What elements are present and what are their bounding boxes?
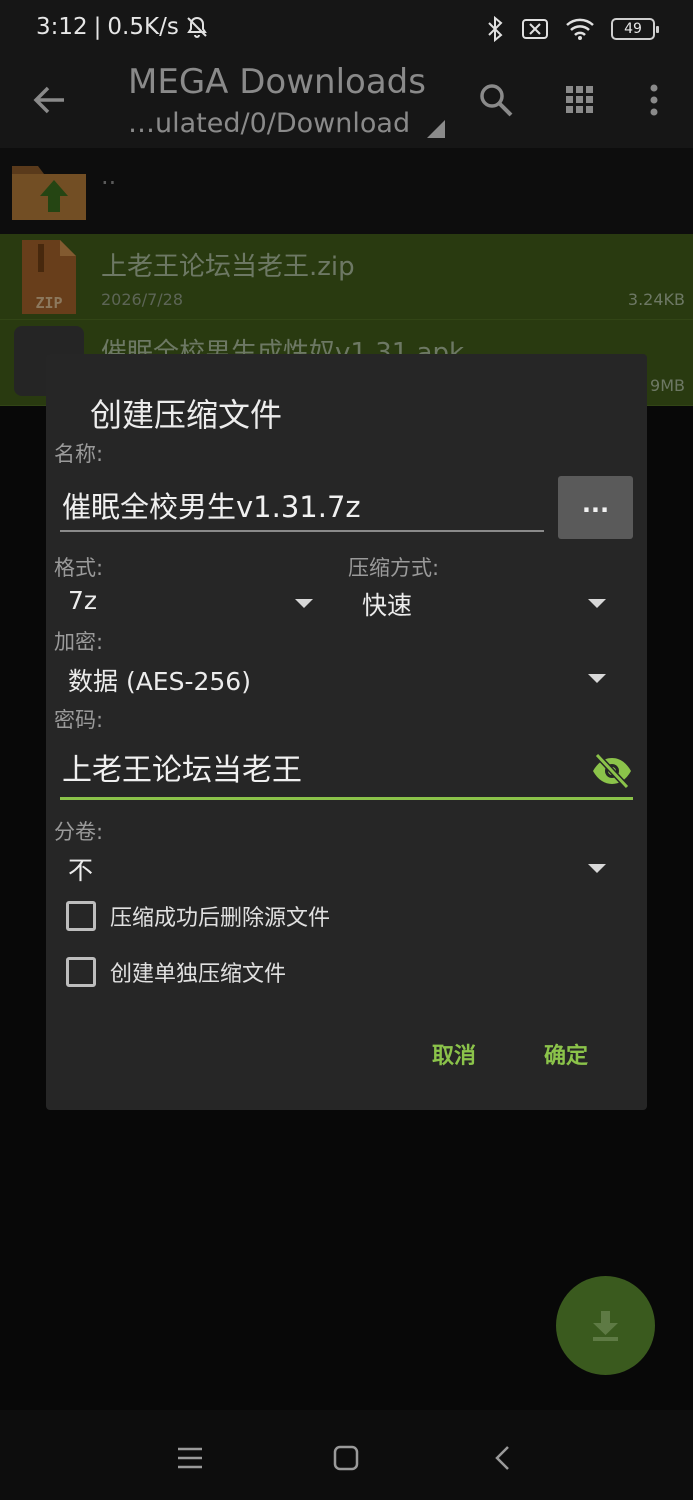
password-label: 密码: <box>54 708 104 732</box>
bell-off-icon <box>186 16 207 38</box>
more-vert-icon[interactable] <box>634 80 674 120</box>
format-select[interactable]: 7z <box>68 586 97 615</box>
wifi-icon <box>566 18 594 40</box>
method-label: 压缩方式: <box>348 556 440 580</box>
status-time: 3:12 <box>36 14 88 40</box>
sim-off-icon <box>522 19 548 39</box>
split-dropdown-icon[interactable] <box>588 864 606 873</box>
split-label: 分卷: <box>54 820 104 844</box>
status-bar: 3:12 | 0.5K/s 49 <box>0 0 693 62</box>
search-icon[interactable] <box>476 80 516 120</box>
browse-button[interactable]: ... <box>558 476 633 539</box>
ok-button[interactable]: 确定 <box>544 1038 588 1070</box>
app-bar: MEGA Downloads …ulated/0/Download <box>0 62 693 148</box>
system-nav-bar <box>0 1410 693 1500</box>
menu-icon[interactable] <box>176 1446 204 1470</box>
download-fab[interactable] <box>556 1276 655 1375</box>
encryption-select[interactable]: 数据 (AES-256) <box>68 662 251 698</box>
path-dropdown-icon[interactable] <box>427 120 445 138</box>
format-dropdown-icon[interactable] <box>295 599 313 608</box>
app-title: MEGA Downloads <box>128 62 426 102</box>
delete-source-label: 压缩成功后删除源文件 <box>110 906 331 931</box>
create-archive-dialog: 创建压缩文件 名称: 催眠全校男生v1.31.7z ... 格式: 7z 压缩方… <box>46 354 647 1110</box>
password-input[interactable]: 上老王论坛当老王 <box>60 740 633 800</box>
password-value: 上老王论坛当老王 <box>62 753 302 788</box>
format-label: 格式: <box>54 556 104 580</box>
separate-archive-label: 创建单独压缩文件 <box>110 962 287 987</box>
method-select[interactable]: 快速 <box>362 586 412 622</box>
delete-source-checkbox[interactable] <box>66 901 96 931</box>
method-dropdown-icon[interactable] <box>588 599 606 608</box>
grid-view-icon[interactable] <box>560 80 600 120</box>
separate-archive-checkbox[interactable] <box>66 957 96 987</box>
separate-archive-option[interactable]: 创建单独压缩文件 <box>66 954 286 990</box>
download-icon <box>593 1311 618 1341</box>
name-label: 名称: <box>54 442 104 466</box>
home-icon[interactable] <box>333 1445 359 1471</box>
current-path[interactable]: …ulated/0/Download <box>128 108 410 139</box>
visibility-off-icon[interactable] <box>591 752 633 790</box>
battery-indicator: 49 <box>611 18 659 40</box>
encryption-label: 加密: <box>54 630 104 654</box>
dialog-title: 创建压缩文件 <box>90 396 283 434</box>
encryption-dropdown-icon[interactable] <box>588 674 606 683</box>
bluetooth-icon <box>488 16 503 42</box>
cancel-button[interactable]: 取消 <box>432 1038 476 1070</box>
split-select[interactable]: 不 <box>68 851 93 887</box>
back-nav-icon[interactable] <box>494 1445 510 1471</box>
network-speed: 0.5K/s <box>107 14 179 40</box>
delete-source-option[interactable]: 压缩成功后删除源文件 <box>66 898 330 934</box>
back-arrow-icon[interactable] <box>32 82 68 118</box>
archive-name-input[interactable]: 催眠全校男生v1.31.7z <box>60 474 544 532</box>
